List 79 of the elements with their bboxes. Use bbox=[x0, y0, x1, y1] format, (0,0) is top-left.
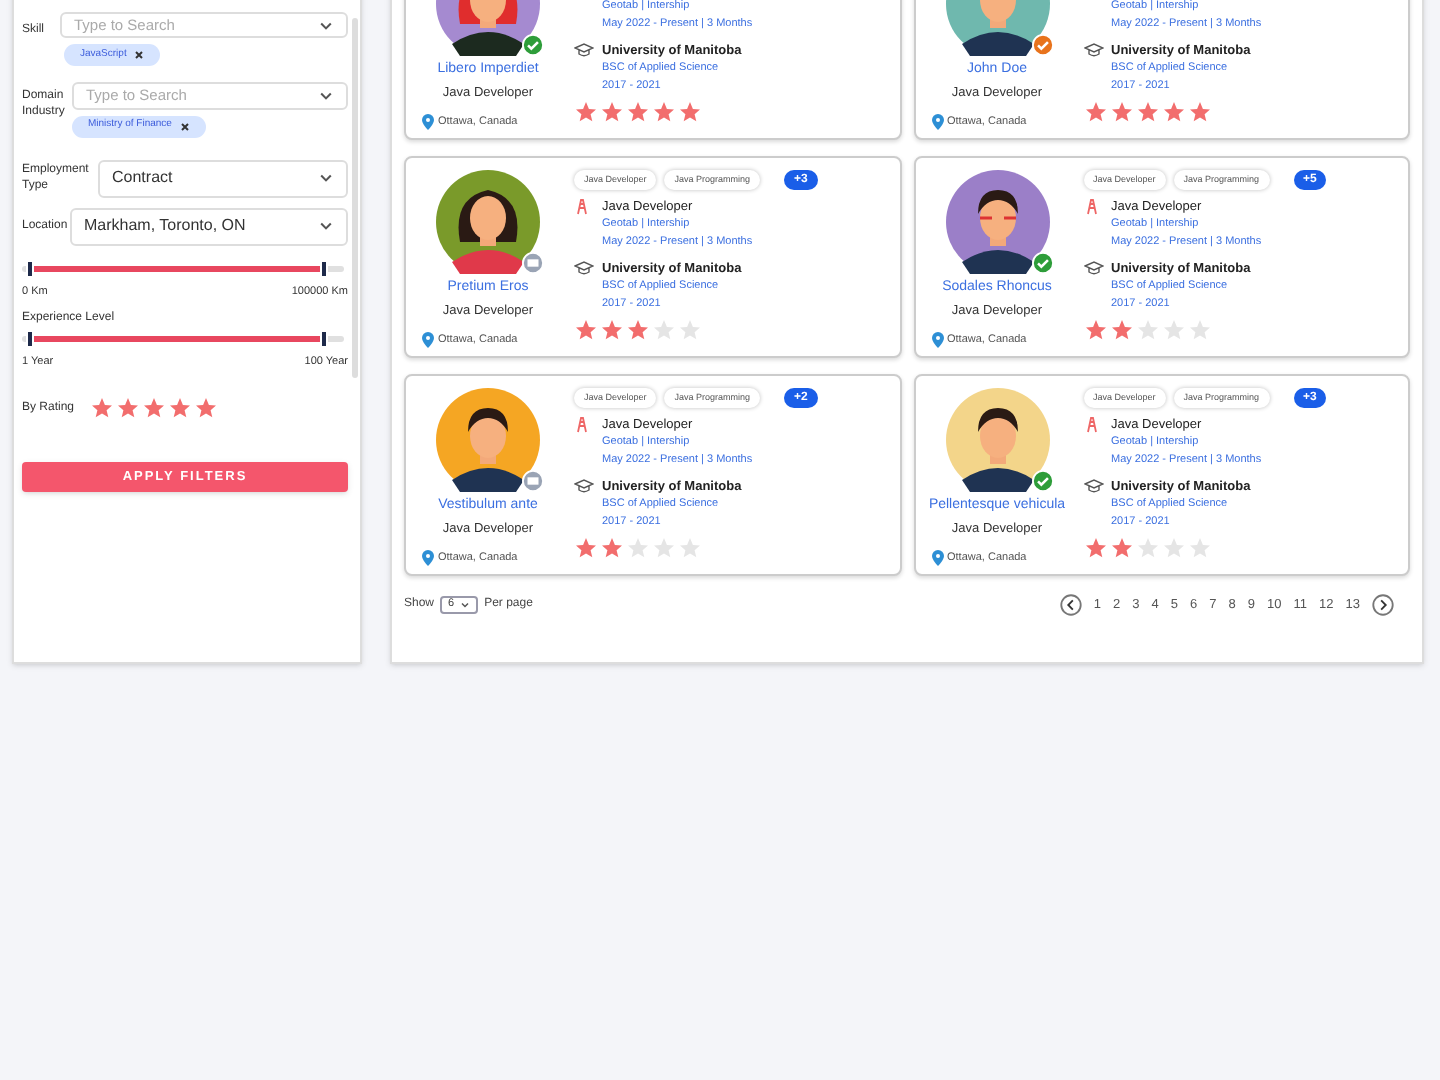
star-icon bbox=[1187, 100, 1211, 124]
chevron-down-icon bbox=[460, 600, 471, 610]
ladder-icon bbox=[1083, 416, 1099, 434]
star-icon bbox=[194, 396, 218, 420]
chevron-down-icon bbox=[318, 17, 334, 34]
star-icon bbox=[1109, 536, 1133, 560]
star-icon bbox=[678, 318, 702, 342]
close-icon[interactable] bbox=[179, 121, 190, 131]
star-icon bbox=[574, 100, 598, 124]
range-slider[interactable] bbox=[22, 259, 344, 277]
location-pin-icon bbox=[931, 114, 943, 131]
select-value: Contract bbox=[112, 166, 173, 190]
check-badge-icon bbox=[522, 34, 544, 56]
star-icon bbox=[652, 318, 676, 342]
chevron-down-icon bbox=[318, 218, 334, 234]
star-icon bbox=[574, 536, 598, 560]
star-icon bbox=[1083, 100, 1107, 124]
ladder-icon bbox=[1083, 198, 1099, 216]
candidate-card[interactable] bbox=[913, 156, 1410, 358]
briefcase-badge-icon bbox=[522, 252, 544, 274]
star-icon bbox=[1135, 100, 1159, 124]
graduation-cap-icon bbox=[1083, 478, 1103, 494]
briefcase-badge-icon bbox=[522, 470, 544, 492]
graduation-cap-icon bbox=[1083, 42, 1103, 58]
star-icon bbox=[1161, 536, 1185, 560]
select-field[interactable]: Contract bbox=[98, 159, 348, 197]
location-pin-icon bbox=[931, 550, 943, 567]
star-icon bbox=[1161, 100, 1185, 124]
star-icon bbox=[626, 536, 650, 560]
star-icon bbox=[1083, 536, 1107, 560]
next-page-icon[interactable] bbox=[1372, 594, 1394, 616]
candidate-card[interactable] bbox=[913, 374, 1410, 576]
location-pin-icon bbox=[422, 332, 434, 349]
graduation-cap-icon bbox=[574, 42, 594, 58]
check-badge-icon bbox=[1031, 252, 1053, 274]
slider-handle[interactable] bbox=[26, 259, 34, 277]
star-icon bbox=[652, 536, 676, 560]
location-pin-icon bbox=[422, 550, 434, 567]
star-icon bbox=[626, 100, 650, 124]
star-icon bbox=[116, 396, 140, 420]
range-slider[interactable] bbox=[22, 329, 344, 348]
star-icon bbox=[1187, 536, 1211, 560]
star-icon bbox=[1083, 318, 1107, 342]
select-value: Markham, Toronto, ON bbox=[84, 214, 246, 238]
star-icon bbox=[600, 100, 624, 124]
star-icon bbox=[1109, 318, 1133, 342]
chevron-down-icon bbox=[318, 170, 334, 186]
star-icon bbox=[1135, 536, 1159, 560]
star-icon bbox=[600, 318, 624, 342]
star-icon bbox=[90, 396, 114, 420]
star-icon bbox=[1109, 100, 1133, 124]
ladder-icon bbox=[574, 198, 590, 216]
star-icon bbox=[626, 318, 650, 342]
graduation-cap-icon bbox=[1083, 260, 1103, 276]
slider-handle[interactable] bbox=[320, 329, 328, 348]
star-icon bbox=[574, 318, 598, 342]
star-icon bbox=[1135, 318, 1159, 342]
candidate-card[interactable] bbox=[404, 374, 901, 576]
slider-handle[interactable] bbox=[26, 329, 34, 348]
check-badge-icon bbox=[1031, 34, 1053, 56]
slider-handle[interactable] bbox=[320, 259, 328, 277]
star-icon bbox=[1187, 318, 1211, 342]
ladder-icon bbox=[574, 416, 590, 434]
graduation-cap-icon bbox=[574, 478, 594, 494]
previous-page-icon[interactable] bbox=[1059, 594, 1082, 616]
location-pin-icon bbox=[931, 332, 943, 349]
star-icon bbox=[652, 100, 676, 124]
star-icon bbox=[600, 536, 624, 560]
select-field[interactable]: Markham, Toronto, ON bbox=[70, 207, 348, 245]
graduation-cap-icon bbox=[574, 260, 594, 276]
star-icon bbox=[142, 396, 166, 420]
star-icon bbox=[678, 100, 702, 124]
star-icon bbox=[678, 536, 702, 560]
check-badge-icon bbox=[1031, 470, 1053, 492]
chevron-down-icon bbox=[318, 87, 334, 104]
close-icon[interactable] bbox=[134, 50, 145, 61]
location-pin-icon bbox=[422, 114, 434, 131]
star-icon bbox=[168, 396, 192, 420]
star-icon bbox=[1161, 318, 1185, 342]
